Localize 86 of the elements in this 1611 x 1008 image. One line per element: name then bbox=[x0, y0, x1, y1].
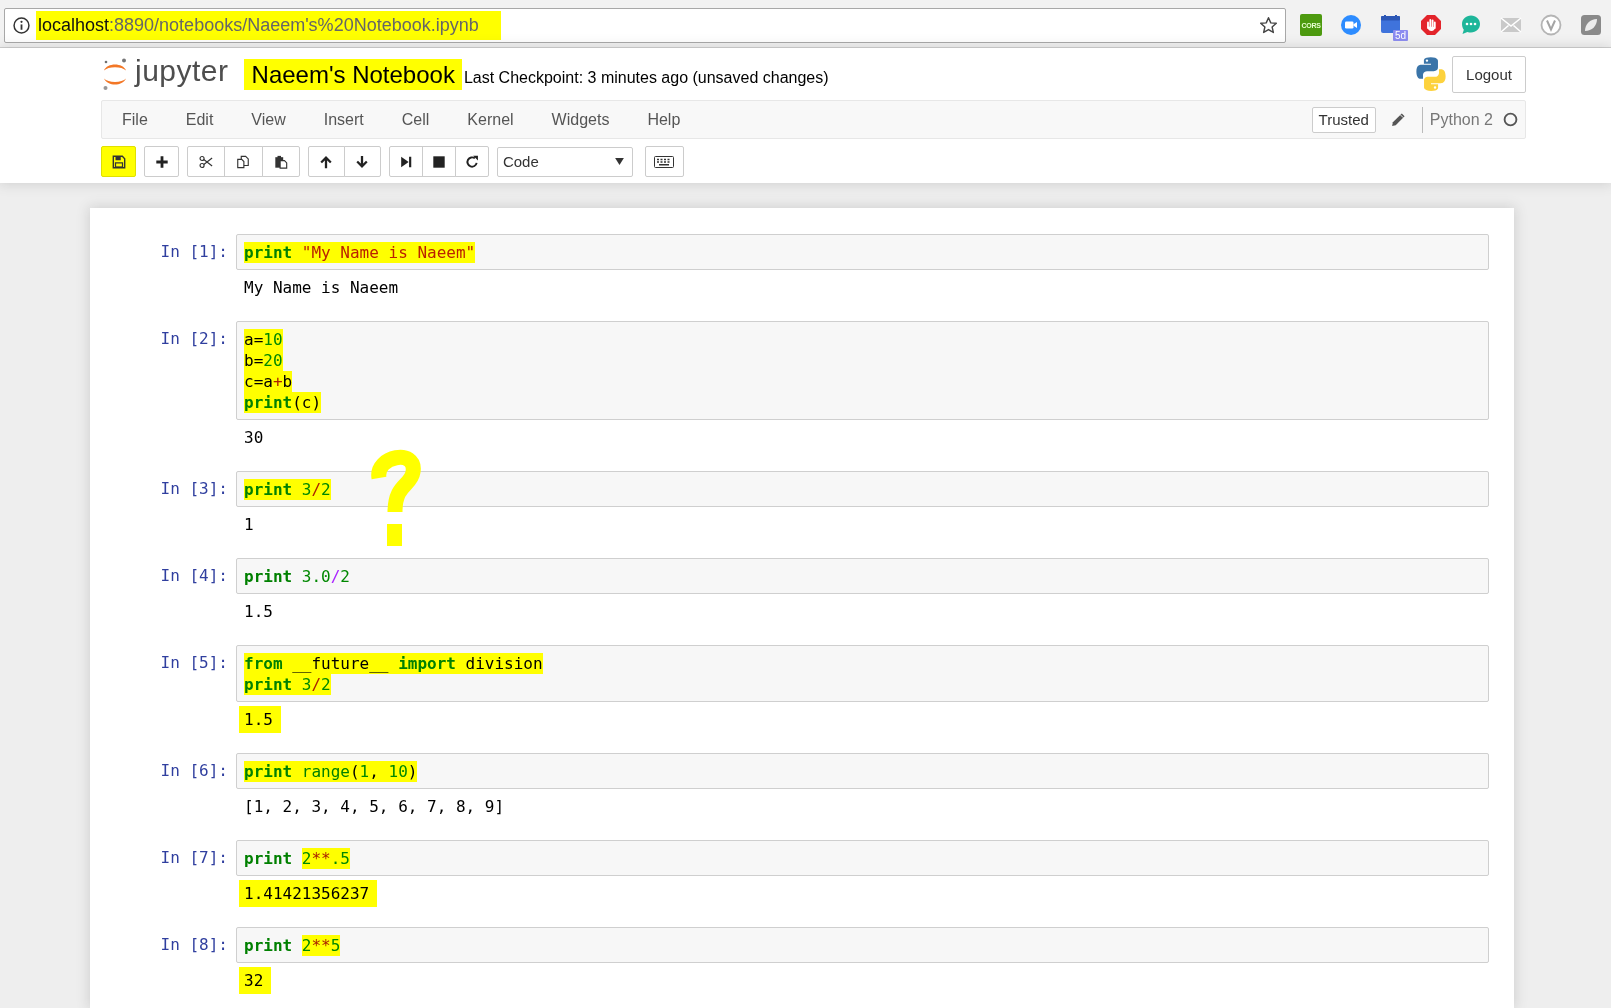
output-text: 1.41421356237 bbox=[239, 880, 378, 907]
move-down-button[interactable] bbox=[343, 146, 381, 177]
stop-icon bbox=[431, 154, 446, 169]
keyboard-icon bbox=[654, 155, 675, 168]
python-logo-icon bbox=[1413, 56, 1449, 92]
output-text: 30 bbox=[244, 428, 264, 447]
output-text: [1, 2, 3, 4, 5, 6, 7, 8, 9] bbox=[244, 797, 505, 816]
code-input[interactable]: print 2**.5 bbox=[236, 840, 1489, 876]
code-input[interactable]: from __future__ import division print 3/2 bbox=[236, 645, 1489, 702]
video-camera-icon[interactable] bbox=[1340, 14, 1362, 36]
plus-icon bbox=[154, 154, 169, 169]
cell-prompt: In [5]: bbox=[160, 652, 228, 673]
output-text: 1.5 bbox=[239, 706, 281, 733]
cell-prompt: In [2]: bbox=[160, 328, 228, 349]
kernel-name: Python 2 bbox=[1429, 110, 1493, 129]
code-line: a=10 bbox=[244, 328, 283, 350]
move-up-button[interactable] bbox=[307, 146, 345, 177]
insert-cell-button[interactable] bbox=[144, 146, 179, 177]
menu-item[interactable]: Kernel bbox=[448, 101, 533, 138]
notification-count: 5d bbox=[1392, 30, 1408, 41]
output-text: 32 bbox=[239, 967, 272, 994]
output-text: My Name is Naeem bbox=[244, 278, 399, 297]
interrupt-button[interactable] bbox=[421, 146, 456, 177]
clipboard-icon bbox=[273, 154, 288, 169]
code-input[interactable]: print 2**5 bbox=[236, 927, 1489, 963]
stop-hand-icon[interactable] bbox=[1420, 14, 1442, 36]
checkpoint-status: Last Checkpoint: 3 minutes ago (unsaved changes) bbox=[463, 68, 829, 87]
code-line: print "My Name is Naeem" bbox=[244, 241, 476, 263]
code-input[interactable]: print range(1, 10) bbox=[236, 753, 1489, 789]
pencil-icon bbox=[1390, 112, 1406, 127]
code-line: print 2**.5 bbox=[244, 847, 350, 869]
cell-prompt: In [8]: bbox=[160, 934, 228, 955]
step-forward-icon bbox=[398, 154, 413, 169]
circular-arrow-icon bbox=[464, 154, 479, 169]
cell-prompt: In [7]: bbox=[160, 847, 228, 868]
scissors-icon bbox=[199, 154, 214, 169]
save-button[interactable] bbox=[101, 146, 136, 177]
jupyter-logo-icon bbox=[101, 57, 129, 91]
code-line: print 3/2 bbox=[244, 478, 331, 500]
code-line: print 3/2 bbox=[244, 673, 331, 695]
code-input[interactable]: print "My Name is Naeem" bbox=[236, 234, 1489, 270]
cell-prompt: In [6]: bbox=[160, 760, 228, 781]
code-input[interactable]: print 3.0/2 bbox=[236, 558, 1489, 594]
copy-icon bbox=[236, 154, 251, 169]
cell-type-dropdown[interactable]: Code bbox=[496, 146, 633, 177]
star-icon[interactable] bbox=[1259, 15, 1278, 35]
code-line: print 2**5 bbox=[244, 934, 341, 956]
cell-prompt: In [1]: bbox=[160, 241, 228, 262]
logo-text: jupyter bbox=[135, 54, 229, 88]
arrow-down-icon bbox=[355, 154, 370, 169]
arrow-up-icon bbox=[319, 154, 334, 169]
caret-icon bbox=[614, 158, 624, 165]
trusted-button[interactable]: Trusted bbox=[1311, 106, 1376, 133]
menu-item[interactable]: View bbox=[232, 101, 305, 138]
output-text: 1 bbox=[244, 515, 254, 534]
code-line: print 3.0/2 bbox=[244, 565, 350, 587]
leaf-tile-icon[interactable] bbox=[1580, 14, 1602, 36]
code-line: c=a+b bbox=[244, 370, 293, 392]
restart-button[interactable] bbox=[454, 146, 489, 177]
output-text: 1.5 bbox=[244, 602, 273, 621]
code-line: print(c) bbox=[244, 391, 322, 413]
address-bar[interactable]: localhost:8890/notebooks/Naeem's%20Notebook.ipynb bbox=[4, 7, 1286, 43]
menu-item[interactable]: Insert bbox=[304, 101, 383, 138]
code-line: from __future__ import division bbox=[244, 652, 543, 674]
menu-item[interactable]: Edit bbox=[166, 101, 233, 138]
code-line: b=20 bbox=[244, 349, 283, 371]
menu-item[interactable]: Help bbox=[628, 101, 700, 138]
save-icon bbox=[111, 154, 126, 169]
menu-item[interactable]: Cell bbox=[382, 101, 449, 138]
code-line: print range(1, 10) bbox=[244, 760, 418, 782]
cut-button[interactable] bbox=[187, 146, 226, 177]
code-input[interactable]: a=10 b=20 c=a+b print(c) bbox=[236, 321, 1489, 420]
cell-prompt: In [4]: bbox=[160, 565, 228, 586]
menu-item[interactable]: File bbox=[103, 101, 167, 138]
url-text: localhost:8890/notebooks/Naeem's%20Notebook.ipynb bbox=[36, 10, 501, 40]
cell-prompt: In [3]: bbox=[160, 478, 228, 499]
logout-button[interactable]: Logout bbox=[1452, 55, 1526, 93]
paste-button[interactable] bbox=[261, 146, 300, 177]
chat-bubble-icon[interactable] bbox=[1460, 14, 1482, 36]
run-button[interactable] bbox=[388, 146, 423, 177]
copy-button[interactable] bbox=[224, 146, 263, 177]
info-icon[interactable] bbox=[13, 16, 30, 34]
code-input[interactable]: print 3/2 bbox=[236, 471, 1489, 507]
keyboard-button[interactable] bbox=[644, 146, 684, 177]
menu-item[interactable]: Widgets bbox=[532, 101, 629, 138]
notebook-title[interactable]: Naeem's Notebook bbox=[243, 58, 462, 90]
